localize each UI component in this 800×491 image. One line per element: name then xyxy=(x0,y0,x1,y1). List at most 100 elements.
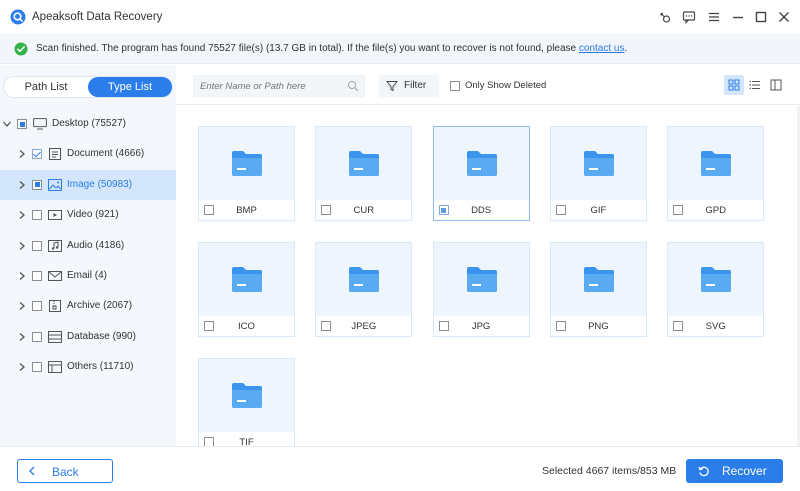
tree-root-desktop[interactable]: Desktop (75527) xyxy=(0,109,176,139)
folder-card-footer: ICO xyxy=(199,316,294,336)
maximize-icon[interactable] xyxy=(753,9,769,25)
recover-icon xyxy=(698,466,709,477)
folder-name: JPEG xyxy=(351,321,377,332)
folder-card-gpd[interactable]: GPD xyxy=(667,126,765,221)
folder-card-footer: BMP xyxy=(199,200,294,220)
folder-name: TIF xyxy=(239,437,254,446)
tree-checkbox[interactable] xyxy=(32,362,42,373)
image-icon xyxy=(48,178,62,191)
tree-item-label: Video (921) xyxy=(67,209,119,221)
chevron-right-icon[interactable] xyxy=(17,241,27,251)
feedback-icon[interactable] xyxy=(681,9,697,25)
folder-card-footer: GPD xyxy=(668,200,764,220)
chevron-right-icon[interactable] xyxy=(17,271,27,281)
folder-card-jpg[interactable]: JPG xyxy=(432,242,530,337)
search-input[interactable] xyxy=(200,78,340,94)
tree-item-image[interactable]: Image (50983) xyxy=(0,169,176,200)
folder-card-footer: GIF xyxy=(550,200,646,220)
folder-name: DDS xyxy=(471,205,492,216)
folder-card-footer: DDS xyxy=(433,200,529,220)
tree-item-label: Archive (2067) xyxy=(67,300,133,312)
only-show-deleted-checkbox[interactable] xyxy=(450,80,460,91)
folder-name: ICO xyxy=(238,321,255,332)
contact-us-link[interactable]: contact us xyxy=(579,43,625,54)
filter-label: Filter xyxy=(404,80,427,91)
folder-card-svg[interactable]: SVG xyxy=(667,242,765,337)
folder-name: GIF xyxy=(590,205,607,216)
tree-item-video[interactable]: Video (921) xyxy=(0,200,176,230)
document-icon xyxy=(48,148,62,161)
tree-item-others[interactable]: Others (11710) xyxy=(0,352,176,382)
folder-icon xyxy=(231,149,263,177)
preview-view-icon[interactable] xyxy=(766,75,786,95)
tree-checkbox[interactable] xyxy=(32,179,42,190)
folder-card-footer: PNG xyxy=(550,316,646,336)
scan-result-suffix: . xyxy=(624,43,628,54)
tree-checkbox[interactable] xyxy=(17,119,27,129)
tree-checkbox[interactable] xyxy=(32,149,42,160)
chevron-right-icon[interactable] xyxy=(17,149,27,159)
folder-icon xyxy=(583,149,615,177)
tree-item-document[interactable]: Document (4666) xyxy=(0,139,176,169)
folder-icon xyxy=(348,265,380,293)
folder-icon xyxy=(700,149,732,177)
folder-card-footer: TIF xyxy=(199,432,294,446)
chevron-right-icon[interactable] xyxy=(17,362,27,372)
menu-icon[interactable] xyxy=(706,9,722,25)
minimize-icon[interactable] xyxy=(730,9,746,25)
chevron-right-icon[interactable] xyxy=(17,301,27,311)
folder-card-gif[interactable]: GIF xyxy=(549,126,647,221)
folder-card-footer: JPG xyxy=(433,316,529,336)
tab-path-list[interactable]: Path List xyxy=(5,77,87,97)
tree-item-label: Image (50983) xyxy=(67,178,133,190)
tree-checkbox[interactable] xyxy=(32,271,42,281)
tree-checkbox[interactable] xyxy=(32,240,42,251)
back-label: Back xyxy=(52,465,79,479)
file-type-grid: BMP CUR DDS GIF GPD ICO JPEG JPG PNG SVG TIF xyxy=(176,106,800,446)
tree-item-audio[interactable]: Audio (4186) xyxy=(0,231,176,261)
folder-name: PNG xyxy=(588,321,609,332)
tree-item-archive[interactable]: Archive (2067) xyxy=(0,291,176,321)
folder-card-cur[interactable]: CUR xyxy=(315,126,413,221)
tree-checkbox[interactable] xyxy=(32,301,42,312)
folder-card-jpeg[interactable]: JPEG xyxy=(315,242,413,337)
tree-item-email[interactable]: Email (4) xyxy=(0,261,176,291)
chevron-right-icon[interactable] xyxy=(17,332,27,342)
app-title: Apeaksoft Data Recovery xyxy=(32,11,163,23)
list-view-icon[interactable] xyxy=(745,75,765,95)
scan-result-message: Scan finished. The program has found 755… xyxy=(36,43,579,54)
folder-name: CUR xyxy=(353,205,375,216)
email-icon xyxy=(48,270,62,282)
folder-icon xyxy=(231,381,263,409)
grid-view-icon[interactable] xyxy=(724,75,744,95)
check-circle-icon xyxy=(14,42,28,56)
title-bar: Apeaksoft Data Recovery xyxy=(0,0,800,34)
chevron-right-icon[interactable] xyxy=(17,210,27,220)
tree-item-label: Document (4666) xyxy=(67,148,145,160)
tab-type-list[interactable]: Type List xyxy=(88,77,172,97)
tree-checkbox[interactable] xyxy=(32,331,42,342)
scan-result-notice: Scan finished. The program has found 755… xyxy=(0,34,800,64)
chevron-right-icon[interactable] xyxy=(17,180,27,190)
close-icon[interactable] xyxy=(776,9,792,25)
chevron-down-icon[interactable] xyxy=(2,119,12,129)
only-show-deleted-toggle[interactable]: Only Show Deleted xyxy=(450,80,546,91)
key-icon[interactable] xyxy=(657,9,673,25)
tree-checkbox[interactable] xyxy=(32,210,42,221)
scan-result-text: Scan finished. The program has found 755… xyxy=(36,43,627,54)
folder-card-ico[interactable]: ICO xyxy=(198,242,295,337)
folder-card-png[interactable]: PNG xyxy=(549,242,647,337)
folder-card-bmp[interactable]: BMP xyxy=(198,126,295,221)
back-button[interactable]: Back xyxy=(17,459,113,483)
folder-card-footer: CUR xyxy=(316,200,412,220)
folder-card-dds[interactable]: DDS xyxy=(432,126,530,221)
recover-button[interactable]: Recover xyxy=(686,459,783,483)
tree-item-label: Desktop (75527) xyxy=(52,118,126,129)
folder-card-tif[interactable]: TIF xyxy=(198,358,295,446)
others-icon xyxy=(48,361,62,374)
video-icon xyxy=(48,209,62,221)
tree-item-database[interactable]: Database (990) xyxy=(0,322,176,352)
search-icon[interactable] xyxy=(347,80,359,92)
recover-label: Recover xyxy=(722,464,767,478)
filter-button[interactable]: Filter xyxy=(379,75,439,97)
